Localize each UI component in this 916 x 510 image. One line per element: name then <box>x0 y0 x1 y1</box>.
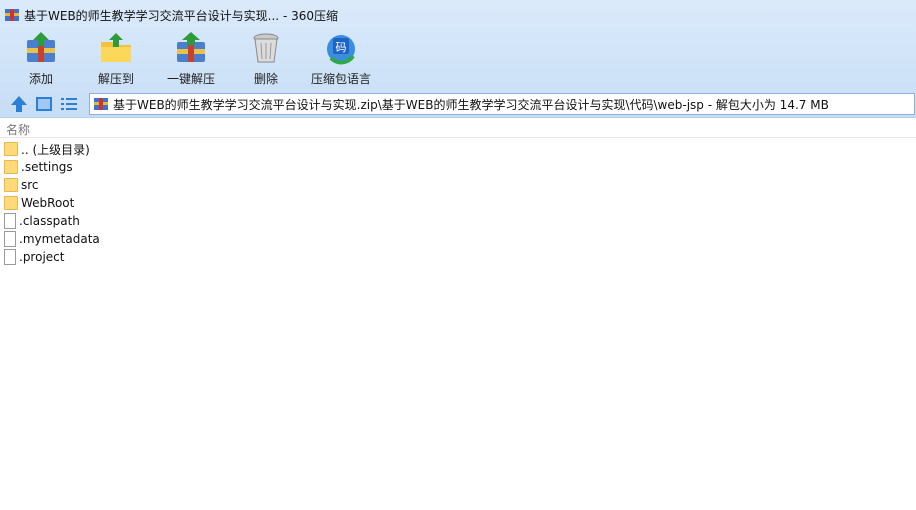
archive-language-button[interactable]: 码 压缩包语言 <box>306 30 376 88</box>
thumbnail-view-icon <box>36 97 52 111</box>
address-bar[interactable]: 基于WEB的师生教学学习交流平台设计与实现.zip\基于WEB的师生教学学习交流… <box>89 93 915 115</box>
list-item[interactable]: .classpath <box>0 212 916 230</box>
up-directory-button[interactable] <box>9 94 29 114</box>
list-item[interactable]: .. (上级目录) <box>0 140 916 158</box>
navigation-row: 基于WEB的师生教学学习交流平台设计与实现.zip\基于WEB的师生教学学习交流… <box>0 92 916 116</box>
list-item-name: src <box>21 178 39 192</box>
list-item[interactable]: .mymetadata <box>0 230 916 248</box>
list-item[interactable]: .settings <box>0 158 916 176</box>
file-icon <box>4 213 16 229</box>
file-icon <box>4 249 16 265</box>
address-path: 基于WEB的师生教学学习交流平台设计与实现.zip\基于WEB的师生教学学习交流… <box>113 97 829 112</box>
window-title: 基于WEB的师生教学学习交流平台设计与实现... - 360压缩 <box>24 8 338 23</box>
list-item[interactable]: src <box>0 176 916 194</box>
file-list-header: 名称 <box>0 119 916 138</box>
extract-to-button[interactable]: 解压到 <box>81 30 151 88</box>
list-item-name: .settings <box>21 160 73 174</box>
list-view-button[interactable] <box>59 94 79 114</box>
delete-button[interactable]: 删除 <box>231 30 301 88</box>
extract-to-icon <box>98 30 134 66</box>
add-button[interactable]: 添加 <box>6 30 76 88</box>
window-chrome: 基于WEB的师生教学学习交流平台设计与实现... - 360压缩 添加 解压到 … <box>0 0 916 118</box>
list-item[interactable]: WebRoot <box>0 194 916 212</box>
one-click-extract-icon <box>173 30 209 66</box>
toolbar: 添加 解压到 一键解压 删除 码 压缩包语言 <box>0 30 916 88</box>
archive-language-button-label: 压缩包语言 <box>310 72 371 86</box>
folder-icon <box>4 160 18 174</box>
list-item-name: WebRoot <box>21 196 75 210</box>
trash-icon <box>248 30 284 66</box>
list-item-name: .classpath <box>19 214 80 228</box>
list-item[interactable]: .project <box>0 248 916 266</box>
list-item-name: .project <box>19 250 65 264</box>
title-bar: 基于WEB的师生教学学习交流平台设计与实现... - 360压缩 <box>0 0 916 30</box>
folder-icon <box>4 142 18 156</box>
file-list: .. (上级目录) .settings src WebRoot .classpa… <box>0 140 916 266</box>
archive-path-icon <box>93 97 109 111</box>
list-view-icon <box>61 98 77 110</box>
list-item-name: .mymetadata <box>19 232 100 246</box>
file-icon <box>4 231 16 247</box>
archive-language-icon: 码 <box>323 30 359 66</box>
column-header-name[interactable]: 名称 <box>6 121 30 138</box>
folder-icon <box>4 178 18 192</box>
one-click-extract-button[interactable]: 一键解压 <box>156 30 226 88</box>
archive-app-icon <box>4 7 20 23</box>
extract-to-button-label: 解压到 <box>97 72 134 86</box>
list-item-name: .. (上级目录) <box>21 142 90 157</box>
add-button-label: 添加 <box>28 72 53 86</box>
one-click-extract-button-label: 一键解压 <box>166 72 215 86</box>
delete-button-label: 删除 <box>253 72 278 86</box>
folder-icon <box>4 196 18 210</box>
arrow-up-icon <box>11 96 27 112</box>
thumbnail-view-button[interactable] <box>34 94 54 114</box>
svg-text:码: 码 <box>336 41 347 54</box>
archive-add-icon <box>23 30 59 66</box>
